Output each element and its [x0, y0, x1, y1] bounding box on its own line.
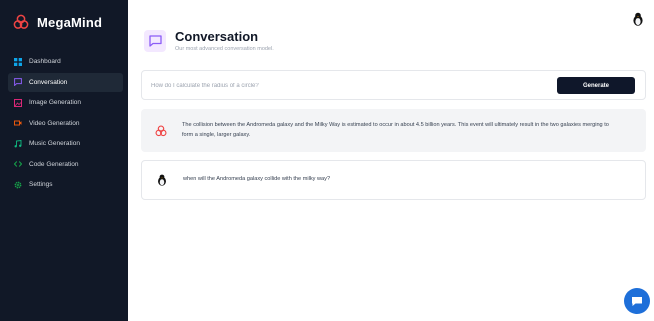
- bot-avatar-icon: [155, 124, 167, 136]
- dashboard-icon: [14, 57, 22, 66]
- header-text: Conversation Our most advanced conversat…: [175, 29, 274, 53]
- sidebar-item-label: Conversation: [29, 78, 68, 86]
- page-title: Conversation: [175, 29, 259, 44]
- image-icon: [14, 98, 22, 107]
- chat-icon: [148, 35, 162, 47]
- sidebar-item-label: Code Generation: [29, 160, 79, 168]
- video-icon: [14, 120, 22, 126]
- sidebar-item-label: Image Generation: [29, 99, 82, 106]
- brand[interactable]: MegaMind: [13, 14, 102, 30]
- sidebar-nav: Dashboard Conversation Image Generation …: [8, 52, 123, 196]
- generate-button[interactable]: Generate: [557, 77, 635, 94]
- prompt-form: Generate: [141, 70, 646, 100]
- music-icon: [14, 139, 22, 147]
- page-description: Our most advanced conversation model.: [175, 46, 274, 52]
- sidebar-item-music-generation[interactable]: Music Generation: [8, 134, 123, 153]
- user-avatar-icon: [158, 174, 166, 186]
- bot-message: The collision between the Andromeda gala…: [141, 109, 646, 152]
- sidebar-item-label: Settings: [29, 181, 53, 188]
- message-text: when will the Andromeda galaxy collide w…: [183, 176, 331, 183]
- sidebar-item-image-generation[interactable]: Image Generation: [8, 93, 123, 112]
- sidebar-item-dashboard[interactable]: Dashboard: [8, 52, 123, 71]
- prompt-input[interactable]: [151, 79, 531, 93]
- sidebar-item-label: Video Generation: [29, 119, 80, 127]
- brand-name: MegaMind: [37, 14, 103, 30]
- user-avatar-icon[interactable]: [632, 12, 644, 26]
- sidebar-item-code-generation[interactable]: Code Generation: [8, 155, 123, 174]
- brain-logo-icon: [13, 14, 29, 29]
- gear-icon: [14, 181, 22, 188]
- sidebar-item-settings[interactable]: Settings: [8, 175, 123, 194]
- sidebar-item-label: Music Generation: [29, 140, 80, 147]
- sidebar-item-video-generation[interactable]: Video Generation: [8, 114, 123, 133]
- message-text: The collision between the Andromeda gala…: [182, 122, 609, 138]
- conversation-header-icon-box: [144, 30, 166, 52]
- chat-icon: [14, 78, 22, 86]
- page-header: Conversation Our most advanced conversat…: [144, 30, 274, 52]
- sidebar: MegaMind Dashboard Conversation Image Ge…: [0, 0, 128, 321]
- main-content: Conversation Our most advanced conversat…: [128, 0, 654, 321]
- user-message: when will the Andromeda galaxy collide w…: [141, 160, 646, 200]
- code-icon: [14, 161, 22, 167]
- sidebar-item-label: Dashboard: [29, 58, 61, 65]
- chat-bubble-icon: [632, 296, 642, 306]
- sidebar-item-conversation[interactable]: Conversation: [8, 72, 123, 92]
- support-chat-button[interactable]: [624, 288, 650, 314]
